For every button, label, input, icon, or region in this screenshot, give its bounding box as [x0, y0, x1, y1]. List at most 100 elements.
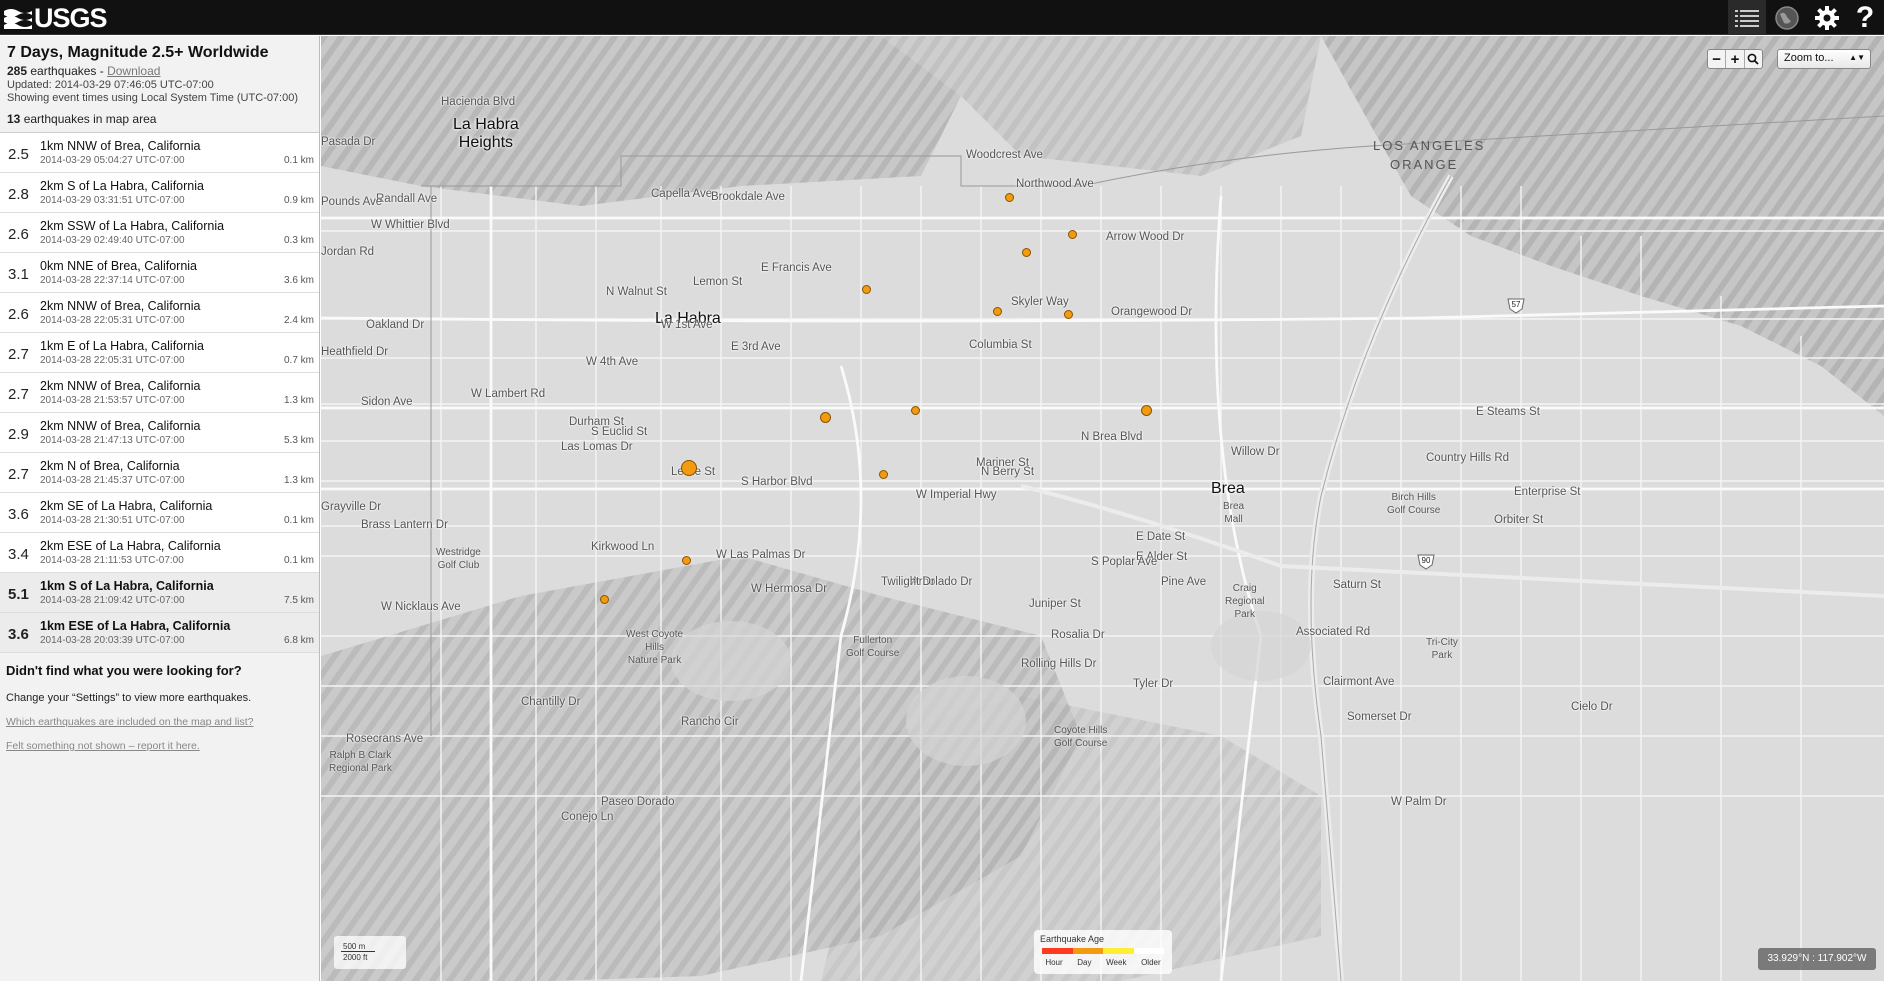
age-color-week [1103, 948, 1134, 954]
earthquake-list-item[interactable]: 3.1 0km NNE of Brea, California 2014-03-28… [0, 253, 319, 293]
quake-time: 2014-03-29 03:31:51 UTC-07:00 [40, 195, 185, 206]
quake-depth: 3.6 km [283, 275, 314, 286]
street-label: W Las Palmas Dr [716, 549, 806, 561]
city-label-brea: Brea [1211, 480, 1245, 497]
street-label: W Hermosa Dr [751, 583, 828, 595]
street-label: Pasada Dr [321, 136, 376, 148]
earthquake-list-item[interactable]: 3.6 2km SE of La Habra, California 2014-03… [0, 493, 319, 533]
download-link[interactable]: Download [107, 64, 160, 78]
usgs-logo[interactable]: USGS [4, 3, 108, 33]
street-label: N Brea Blvd [1081, 431, 1143, 443]
map-canvas[interactable]: 57 90 LOS ANGELES ORANGE La Habra Height… [321, 36, 1884, 981]
quake-place: 2km SSW of La Habra, California [40, 219, 225, 233]
earthquake-list-panel: 7 Days, Magnitude 2.5+ Worldwide 285 ear… [0, 36, 320, 981]
zoom-in-button[interactable]: + [1726, 50, 1745, 68]
in-map-suffix: earthquakes in map area [20, 112, 157, 126]
earthquake-list-item[interactable]: 5.1 1km S of La Habra, California 2014-03-… [0, 573, 319, 613]
street-label: Columbia St [969, 339, 1032, 351]
place-label-west-coyote-hills: West Coyote Hills Nature Park [626, 629, 684, 666]
earthquake-list-item[interactable]: 3.6 1km ESE of La Habra, California 2014-0… [0, 613, 319, 653]
place-label-tri-city: Tri-City Park [1426, 637, 1458, 661]
included-earthquakes-link[interactable]: Which earthquakes are included on the ma… [6, 716, 313, 728]
help-icon[interactable]: ? [1846, 0, 1884, 35]
quake-time: 2014-03-28 21:30:51 UTC-07:00 [40, 515, 185, 526]
earthquake-list-item[interactable]: 2.8 2km S of La Habra, California 2014-03-… [0, 173, 319, 213]
earthquake-marker[interactable] [1063, 309, 1073, 319]
earthquake-marker[interactable] [819, 411, 831, 423]
street-label: W 1st Ave [661, 319, 713, 331]
earthquake-list-item[interactable]: 3.4 2km ESE of La Habra, California 2014-0… [0, 533, 319, 573]
age-label-older: Older [1141, 958, 1161, 967]
earthquake-marker[interactable] [1004, 192, 1014, 202]
feed-title: 7 Days, Magnitude 2.5+ Worldwide [7, 44, 269, 61]
zoom-to-select[interactable]: Zoom to... ▲▼ [1777, 49, 1871, 69]
magnifier-icon[interactable] [1745, 50, 1762, 68]
quake-time: 2014-03-28 21:09:42 UTC-07:00 [40, 595, 185, 606]
quake-magnitude: 3.4 [8, 546, 29, 563]
street-label: Saturn St [1333, 579, 1381, 591]
street-label: Paseo Dorado [601, 796, 675, 808]
place-label-ralph-b-clark: Ralph B Clark Regional Park [329, 750, 392, 774]
street-label: W Imperial Hwy [916, 489, 997, 501]
list-header: 7 Days, Magnitude 2.5+ Worldwide 285 ear… [0, 36, 319, 133]
earthquake-list-item[interactable]: 2.6 2km NNW of Brea, California 2014-03-28… [0, 293, 319, 333]
earthquake-marker[interactable] [1067, 229, 1077, 239]
earthquake-marker[interactable] [861, 284, 871, 294]
street-label: Tyler Dr [1133, 678, 1174, 690]
place-label-birch-hills: Birch Hills Golf Course [1387, 492, 1441, 516]
quake-depth: 6.8 km [283, 635, 314, 646]
place-label-fullerton-golf: Fullerton Golf Course [846, 635, 900, 659]
quake-place: 1km E of La Habra, California [40, 339, 204, 353]
quake-time: 2014-03-28 22:05:31 UTC-07:00 [40, 315, 185, 326]
earthquake-marker[interactable] [681, 555, 691, 565]
top-bar: USGS ? [0, 0, 1884, 35]
earthquake-list-item[interactable]: 2.9 2km NNW of Brea, California 2014-03-28… [0, 413, 319, 453]
earthquake-marker[interactable] [910, 405, 920, 415]
earthquake-marker[interactable] [992, 306, 1002, 316]
earthquake-marker[interactable] [599, 594, 609, 604]
quake-depth: 0.7 km [283, 355, 314, 366]
street-label: Kirkwood Ln [591, 541, 655, 553]
street-label: Rancho Cir [681, 716, 739, 728]
quake-place: 2km NNW of Brea, California [40, 379, 201, 393]
report-felt-link[interactable]: Felt something not shown – report it her… [6, 740, 313, 752]
map-scale: 500 m 2000 ft [334, 936, 406, 969]
quake-place: 2km NNW of Brea, California [40, 419, 201, 433]
earthquake-list-item[interactable]: 2.7 2km N of Brea, California 2014-03-28 2… [0, 453, 319, 493]
quake-magnitude: 2.7 [8, 466, 29, 483]
earthquake-marker[interactable] [1140, 404, 1152, 416]
street-label: Pounds Ave [321, 196, 383, 208]
gear-icon[interactable] [1808, 0, 1846, 35]
earthquake-count: 285 earthquakes - Download [7, 64, 312, 78]
earthquake-list-item[interactable]: 2.7 2km NNW of Brea, California 2014-03-28… [0, 373, 319, 413]
street-label: Jordan Rd [321, 246, 375, 258]
street-label: Pine Ave [1161, 576, 1207, 588]
quake-depth: 0.3 km [283, 235, 314, 246]
usgs-wave-icon [4, 9, 32, 29]
globe-icon[interactable] [1768, 0, 1806, 35]
quake-time: 2014-03-29 05:04:27 UTC-07:00 [40, 155, 185, 166]
earthquake-marker[interactable] [1021, 247, 1031, 257]
earthquake-marker[interactable] [878, 469, 888, 479]
street-label: Woodcrest Ave [966, 149, 1043, 161]
street-label: Orbiter St [1494, 514, 1544, 526]
earthquake-list-item[interactable]: 2.7 1km E of La Habra, California 2014-03-… [0, 333, 319, 373]
earthquake-list-item[interactable]: 2.5 1km NNW of Brea, California 2014-03-29… [0, 133, 319, 173]
street-label: Heathfield Dr [321, 346, 389, 358]
street-label: Skyler Way [1011, 296, 1069, 308]
place-label-coyote-hills-golf: Coyote Hills Golf Course [1054, 725, 1108, 749]
quake-magnitude: 2.7 [8, 386, 29, 403]
age-label-week: Week [1106, 958, 1127, 967]
quake-depth: 1.3 km [283, 475, 314, 486]
place-label-westridge: Westridge Golf Club [436, 547, 481, 571]
quake-depth: 1.3 km [283, 395, 314, 406]
list-icon[interactable] [1728, 0, 1766, 35]
earthquake-marker[interactable] [681, 460, 697, 476]
earthquake-list-item[interactable]: 2.6 2km SSW of La Habra, California 2014-0… [0, 213, 319, 253]
street-label: Arrow Wood Dr [1106, 231, 1185, 243]
quake-magnitude: 2.6 [8, 226, 29, 243]
street-label: Rosecrans Ave [346, 733, 424, 745]
age-color-older [1133, 948, 1164, 954]
zoom-out-button[interactable]: − [1708, 50, 1727, 68]
quake-magnitude: 5.1 [8, 586, 29, 603]
